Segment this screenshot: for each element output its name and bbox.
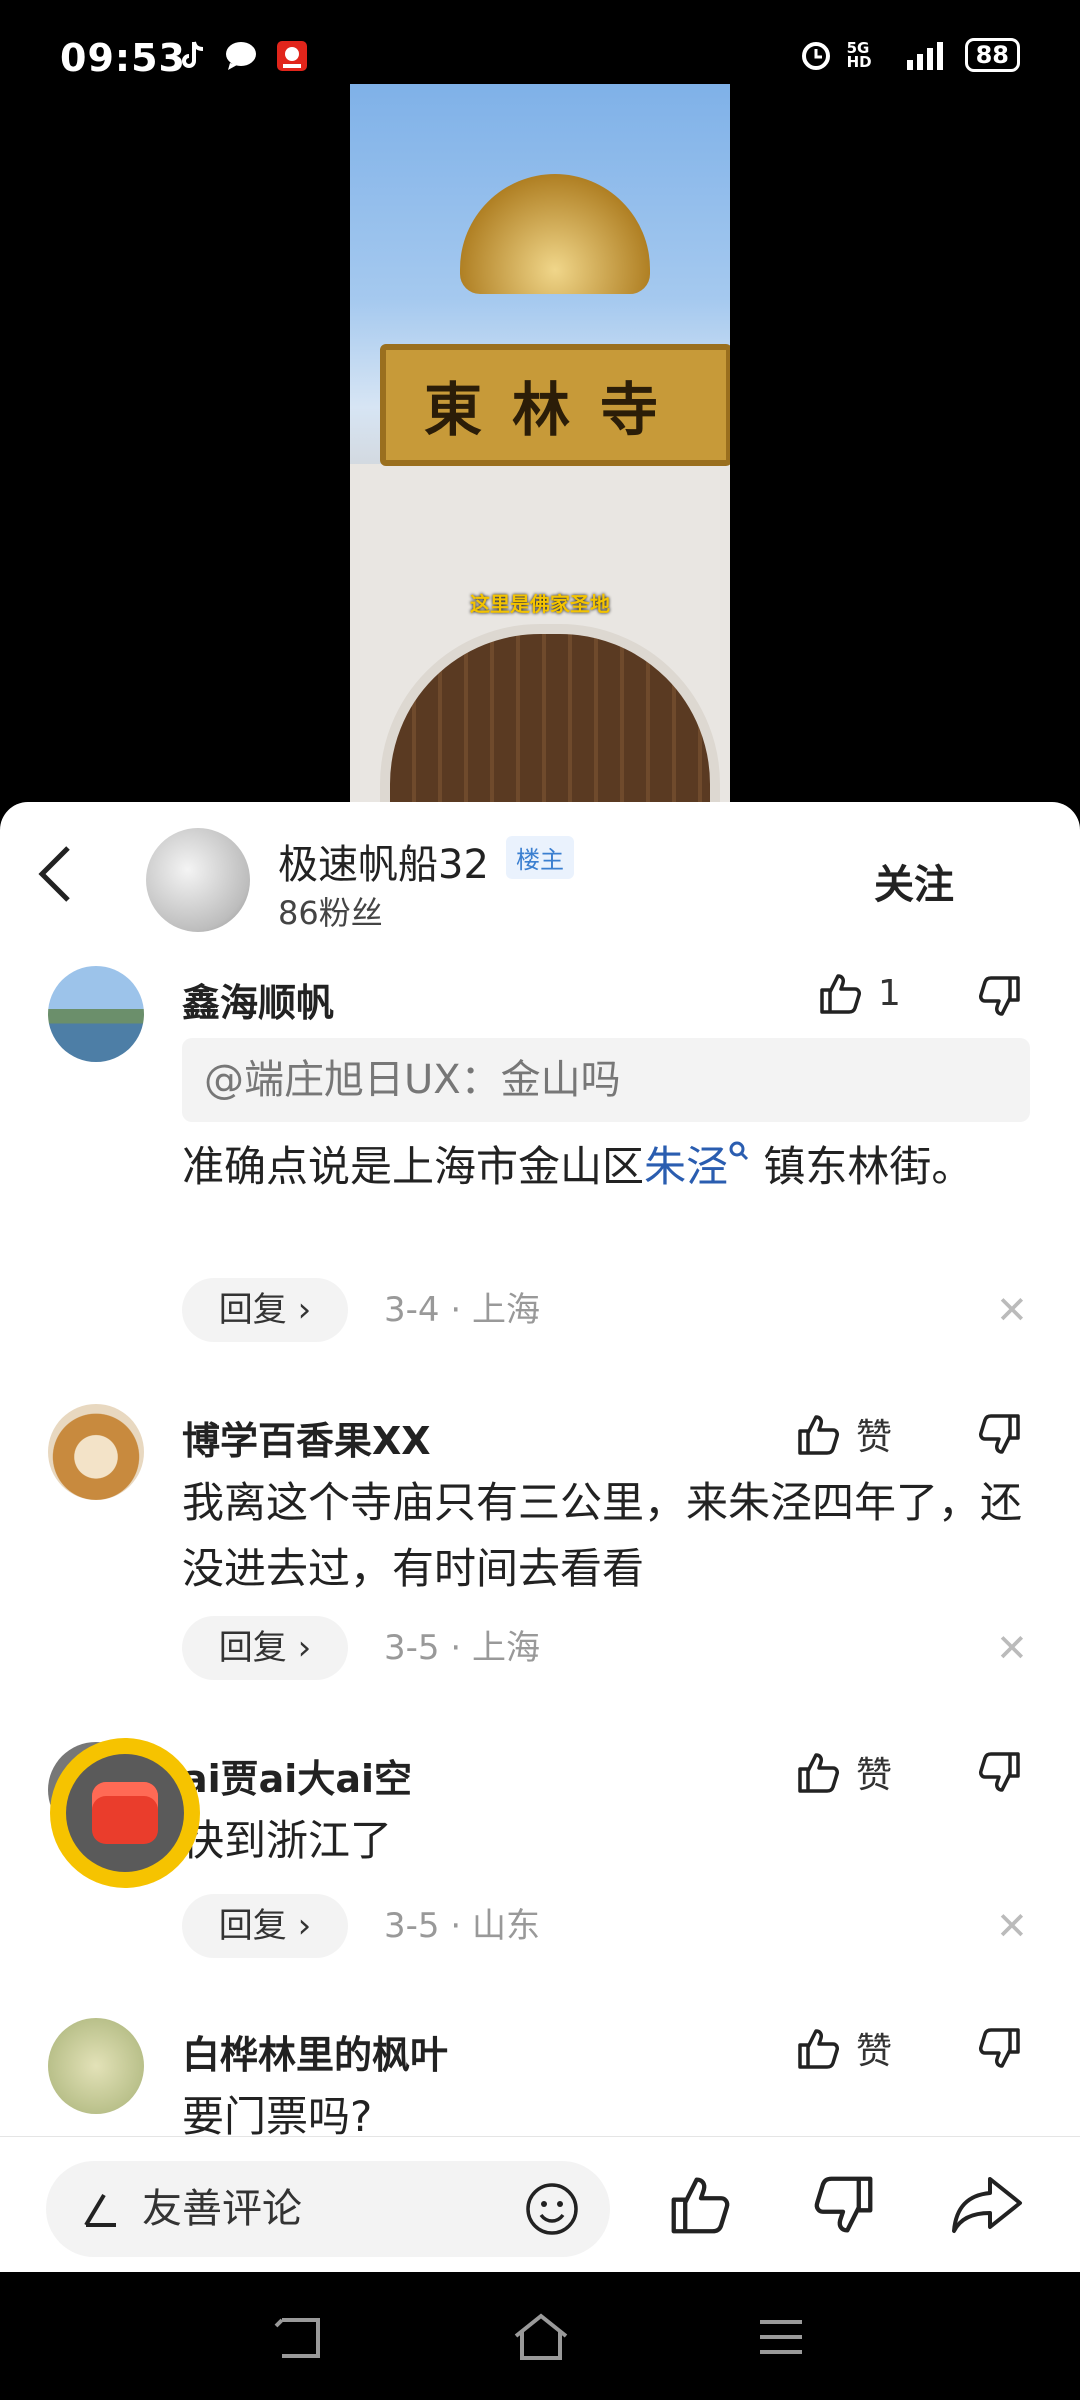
like-button[interactable]: 1 — [818, 970, 901, 1016]
alarm-icon — [801, 42, 830, 70]
like-label: 赞 — [856, 1417, 893, 1458]
like-count: 1 — [878, 972, 901, 1014]
close-icon[interactable]: ✕ — [996, 1894, 1028, 1958]
comment-text[interactable]: 我离这个寺庙只有三公里，来朱泾四年了，还没进去过，有时间去看看 — [182, 1470, 1022, 1602]
comment-meta: 3-5 · 山东 — [384, 1906, 540, 1946]
dislike-button[interactable] — [976, 974, 1022, 1024]
reply-label: 回复 — [218, 1906, 287, 1946]
chat-bubble-icon — [226, 42, 256, 70]
emoji-icon[interactable] — [524, 2181, 580, 2237]
thumbs-up-icon — [820, 974, 861, 1014]
system-icons: 5G HD 88 — [799, 38, 1020, 72]
red-envelope-icon — [92, 1782, 158, 1844]
video-caption: 这里是佛家圣地 — [470, 592, 610, 616]
like-label: 赞 — [856, 1755, 893, 1796]
red-packet-inner — [66, 1754, 184, 1872]
dislike-button[interactable] — [976, 1412, 1022, 1462]
plaque-text: 東林寺 — [423, 376, 688, 444]
chevron-left-icon — [38, 846, 70, 902]
comment-input[interactable]: 友善评论 — [46, 2161, 610, 2257]
search-link-text: 朱泾 — [644, 1142, 729, 1191]
search-icon — [729, 1141, 749, 1161]
thumbs-down-icon — [979, 1752, 1020, 1792]
thumbs-up-icon — [798, 1753, 839, 1793]
network-label: 5G HD — [846, 39, 872, 71]
battery-level: 88 — [964, 38, 1020, 72]
search-link[interactable]: 朱泾 — [644, 1141, 750, 1191]
comment-input-bar: 友善评论 — [0, 2136, 1080, 2273]
system-nav-bar — [0, 2272, 1080, 2400]
menu-nav-icon[interactable] — [758, 2316, 804, 2358]
follow-button[interactable]: 关注 — [874, 852, 954, 910]
comment-text[interactable]: 快到浙江了 — [182, 1808, 1022, 1874]
temple-plaque: 東林寺 — [380, 344, 730, 466]
comment-text[interactable]: 准确点说是上海市金山区朱泾 镇东林街。 — [182, 1134, 1022, 1200]
dislike-button[interactable] — [976, 2026, 1022, 2076]
reply-label: 回复 — [218, 1628, 287, 1668]
back-button[interactable] — [34, 842, 84, 912]
dislike-button[interactable] — [976, 1750, 1022, 1800]
reply-button[interactable]: 回复 › — [182, 1278, 348, 1342]
like-button[interactable]: 赞 — [796, 1408, 892, 1460]
reply-button[interactable]: 回复 › — [182, 1894, 348, 1958]
author-avatar[interactable] — [146, 828, 250, 932]
comment-meta: 3-4 · 上海 — [384, 1290, 540, 1330]
comment-item: 鑫海顺帆 1 @端庄旭日UX：金山吗 准确点说是上海市金山区朱泾 镇东林街。 回… — [0, 962, 1080, 1362]
like-label: 赞 — [856, 2031, 893, 2072]
thumbs-up-icon — [798, 2029, 839, 2069]
comment-input-placeholder: 友善评论 — [142, 2186, 302, 2232]
reply-label: 回复 — [218, 1290, 287, 1330]
like-video-button[interactable] — [668, 2171, 734, 2237]
close-icon[interactable]: ✕ — [996, 1278, 1028, 1342]
comment-text-part: 准确点说是上海市金山区 — [182, 1142, 645, 1191]
commenter-avatar[interactable] — [48, 2018, 144, 2114]
home-nav-icon[interactable] — [512, 2312, 570, 2362]
commenter-name[interactable]: ai贾ai大ai空 — [182, 1748, 412, 1803]
comment-meta: 3-5 · 上海 — [384, 1628, 540, 1668]
status-time: 09:53 — [60, 36, 186, 80]
notification-icons — [178, 40, 308, 72]
commenter-avatar[interactable] — [48, 966, 144, 1062]
thumbs-down-icon — [979, 2028, 1020, 2068]
like-button[interactable]: 赞 — [796, 1746, 892, 1798]
thumbs-up-icon — [798, 1415, 839, 1455]
commenter-name[interactable]: 博学百香果XX — [182, 1410, 431, 1465]
comment-sheet: 极速帆船32 楼主 86粉丝 关注 鑫海顺帆 1 @端庄旭日UX：金山吗 准确点… — [0, 802, 1080, 2272]
tiktok-icon — [182, 41, 204, 68]
author-fans: 86粉丝 — [278, 894, 383, 932]
share-button[interactable] — [950, 2173, 1024, 2237]
commenter-name[interactable]: 白桦林里的枫叶 — [182, 2024, 448, 2079]
quoted-comment[interactable]: @端庄旭日UX：金山吗 — [182, 1038, 1030, 1122]
owner-badge: 楼主 — [506, 836, 574, 879]
video-preview[interactable]: 東林寺 这里是佛家圣地 — [350, 84, 730, 802]
back-nav-icon[interactable] — [272, 2314, 326, 2360]
close-icon[interactable]: ✕ — [996, 1616, 1028, 1680]
thumbs-down-icon — [979, 1414, 1020, 1454]
signal-icon — [906, 42, 943, 70]
commenter-name[interactable]: 鑫海顺帆 — [182, 972, 334, 1027]
thumbs-down-icon — [979, 976, 1020, 1016]
author-name[interactable]: 极速帆船32 — [278, 832, 489, 890]
red-packet-button[interactable] — [50, 1738, 200, 1888]
status-bar: 09:53 5G HD 88 — [0, 0, 1080, 84]
like-button[interactable]: 赞 — [796, 2022, 892, 2074]
dislike-video-button[interactable] — [810, 2173, 876, 2239]
app-badge-icon — [277, 41, 307, 71]
comment-item: 博学百香果XX 赞 我离这个寺庙只有三公里，来朱泾四年了，还没进去过，有时间去看… — [0, 1400, 1080, 1720]
pen-icon — [84, 2193, 116, 2227]
comment-text-part: 镇东林街。 — [750, 1142, 974, 1191]
reply-button[interactable]: 回复 › — [182, 1616, 348, 1680]
commenter-avatar[interactable] — [48, 1404, 144, 1500]
